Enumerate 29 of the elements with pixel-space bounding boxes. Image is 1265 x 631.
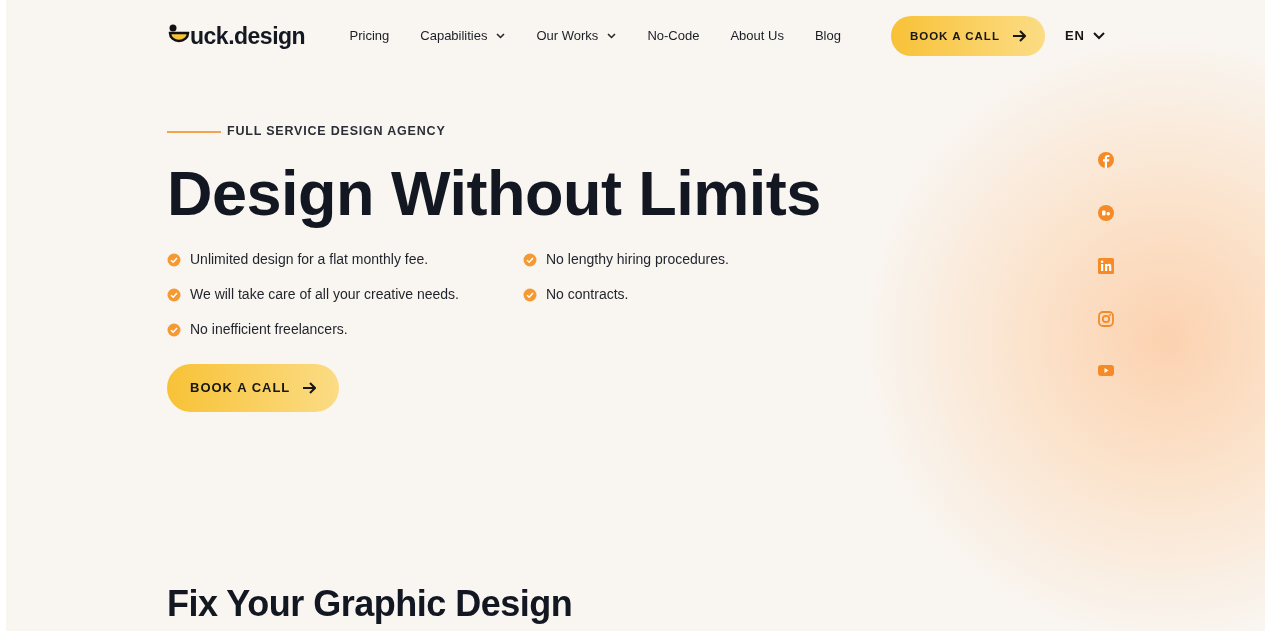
- nav-link[interactable]: No-Code: [647, 26, 700, 46]
- nav-link[interactable]: Our Works: [536, 26, 617, 46]
- eyebrow-text: FULL SERVICE DESIGN AGENCY: [227, 123, 446, 141]
- chevron-down-icon: [1093, 32, 1105, 41]
- check-icon: [523, 252, 537, 267]
- logo-text: uck.design: [190, 21, 306, 51]
- language-selector[interactable]: EN: [1064, 26, 1105, 46]
- arrow-right-icon: [302, 381, 317, 395]
- book-call-button[interactable]: BOOK A CALL: [167, 364, 340, 412]
- feature-text: We will take care of all your creative needs.: [190, 285, 459, 304]
- instagram-icon[interactable]: [1098, 311, 1114, 328]
- facebook-icon[interactable]: [1098, 152, 1114, 169]
- check-icon: [167, 287, 181, 302]
- nav-link[interactable]: Pricing: [349, 26, 390, 46]
- check-icon: [167, 252, 181, 267]
- check-icon: [523, 287, 537, 302]
- feature-text: No contracts.: [546, 285, 629, 304]
- arrow-right-icon: [1011, 29, 1026, 44]
- feature-text: Unlimited design for a flat monthly fee.: [190, 250, 429, 269]
- nav-link[interactable]: Capabilities: [420, 26, 506, 46]
- nav-link[interactable]: About Us: [730, 26, 784, 46]
- linkedin-icon[interactable]: [1098, 258, 1114, 275]
- check-icon: [167, 322, 181, 337]
- feature-text: No lengthy hiring procedures.: [546, 250, 729, 269]
- hero-title: Design Without Limits: [167, 157, 822, 230]
- section-title: Fix Your Graphic Design: [167, 582, 574, 626]
- book-call-button[interactable]: BOOK A CALL: [890, 16, 1045, 57]
- nav-link[interactable]: Blog: [814, 26, 841, 46]
- feature-text: No inefficient freelancers.: [190, 320, 348, 339]
